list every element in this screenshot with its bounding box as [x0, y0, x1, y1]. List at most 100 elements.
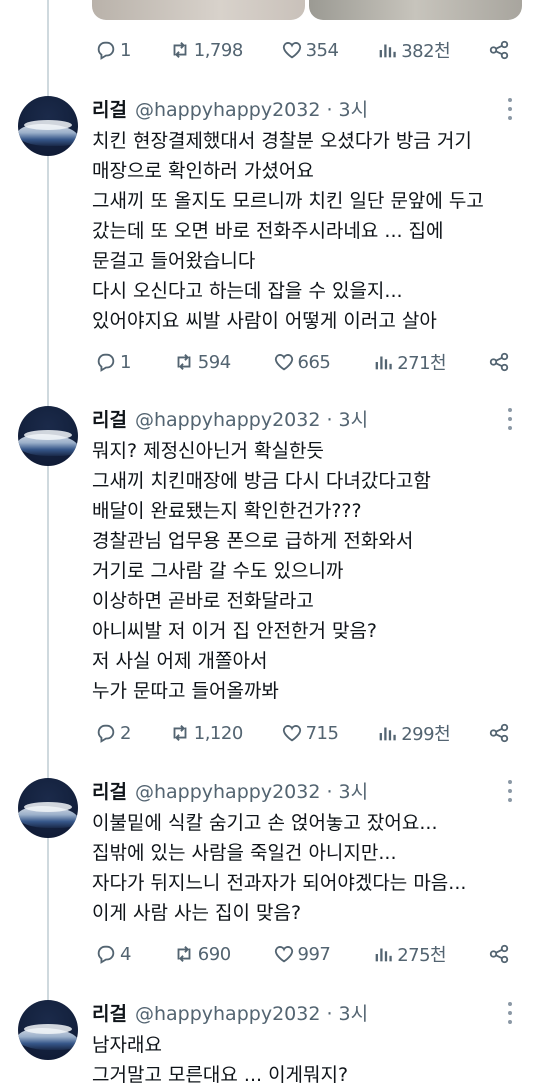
- reply-icon: [97, 945, 115, 964]
- views-count: 275천: [397, 945, 447, 966]
- like-button[interactable]: 997: [273, 943, 331, 965]
- retweet-icon: [177, 354, 191, 370]
- reply-count: 1: [120, 39, 131, 61]
- retweet-count: 594: [197, 351, 231, 373]
- tweet-line: 거기로 그사람 갈 수도 있으니까: [92, 560, 344, 582]
- tweet-line: 아니씨발 저 이거 집 안전한거 맞음?: [92, 620, 378, 642]
- retweet-icon: [173, 42, 187, 58]
- like-count: 997: [297, 943, 331, 965]
- tweet-line: 누가 문따고 들어올까봐: [92, 680, 279, 702]
- media-image-1[interactable]: [92, 0, 305, 20]
- avatar[interactable]: [18, 778, 78, 838]
- tweet-line: 그새끼 또 올지도 모르니까 치킨 일단 문앞에 두고: [92, 190, 484, 212]
- reply-count: 1: [120, 351, 131, 373]
- retweet-icon: [177, 946, 191, 962]
- handle-time[interactable]: @happyhappy2032 · 3시: [135, 999, 368, 1026]
- tweet-line: 이게 사람 사는 집이 맞음?: [92, 902, 302, 924]
- share-icon: [489, 352, 509, 372]
- tweet-header: 리걸 @happyhappy2032 · 3시: [92, 999, 368, 1026]
- tweet-line: 있어야지요 씨발 사람이 어떻게 이러고 살아: [92, 310, 437, 332]
- display-name[interactable]: 리걸: [92, 999, 127, 1026]
- tweet-text: 치킨 현장결제했대서 경찰분 오셨다가 방금 거기 매장으로 확인하러 가셨어요…: [92, 126, 512, 336]
- reply-icon: [97, 41, 115, 60]
- like-count: 665: [297, 351, 331, 373]
- tweet-line: 남자래요: [92, 1034, 162, 1056]
- share-icon: [489, 723, 509, 743]
- retweet-button[interactable]: 1,798: [169, 39, 243, 61]
- tweet-line: 경찰관님 업무용 폰으로 급하게 전화와서: [92, 530, 414, 552]
- like-count: 715: [305, 722, 339, 744]
- media-image-2[interactable]: [309, 0, 522, 20]
- reply-button[interactable]: 4: [95, 943, 131, 965]
- retweet-button[interactable]: 594: [173, 351, 231, 373]
- views-button[interactable]: 299천: [376, 720, 451, 746]
- handle-time[interactable]: @happyhappy2032 · 3시: [135, 95, 368, 122]
- tweet-header: 리걸 @happyhappy2032 · 3시: [92, 95, 368, 122]
- action-bar: 2 1,120 715 299천: [95, 721, 510, 745]
- avatar[interactable]: [18, 1000, 78, 1060]
- tweet-line: 치킨 현장결제했대서 경찰분 오셨다가 방금 거기: [92, 130, 472, 152]
- tweet-line: 저 사실 어제 개쫄아서: [92, 650, 268, 672]
- handle-time[interactable]: @happyhappy2032 · 3시: [135, 777, 368, 804]
- views-button[interactable]: 382천: [376, 37, 451, 63]
- tweet-line: 그거말고 모른대요 ... 이게뭐지?: [92, 1064, 349, 1086]
- views-count: 382천: [401, 41, 451, 62]
- views-button[interactable]: 271천: [372, 349, 447, 375]
- tweet-line: 자다가 뒤지느니 전과자가 되어야겠다는 마음...: [92, 872, 467, 894]
- display-name[interactable]: 리걸: [92, 777, 127, 804]
- retweet-count: 1,798: [193, 39, 244, 61]
- heart-icon: [274, 354, 293, 371]
- views-icon: [379, 727, 396, 741]
- share-icon: [489, 944, 509, 964]
- share-button[interactable]: [488, 39, 510, 61]
- reply-icon: [97, 724, 115, 743]
- heart-icon: [282, 725, 301, 742]
- tweet-text: 이불밑에 식칼 숨기고 손 얹어놓고 잤어요... 집밖에 있는 사람을 죽일건…: [92, 808, 512, 928]
- retweet-button[interactable]: 690: [173, 943, 231, 965]
- media-gallery[interactable]: [92, 0, 522, 20]
- views-icon: [379, 44, 396, 58]
- share-button[interactable]: [488, 351, 510, 373]
- reply-icon: [97, 353, 115, 372]
- more-options-icon[interactable]: [500, 408, 520, 430]
- share-button[interactable]: [488, 722, 510, 744]
- reply-button[interactable]: 2: [95, 722, 131, 744]
- avatar[interactable]: [18, 406, 78, 466]
- handle-time[interactable]: @happyhappy2032 · 3시: [135, 405, 368, 432]
- retweet-button[interactable]: 1,120: [169, 722, 243, 744]
- views-button[interactable]: 275천: [372, 941, 447, 967]
- action-bar: 1 1,798 354 382천: [95, 38, 510, 62]
- display-name[interactable]: 리걸: [92, 95, 127, 122]
- share-button[interactable]: [488, 943, 510, 965]
- reply-count: 2: [120, 722, 131, 744]
- more-options-icon[interactable]: [500, 1002, 520, 1024]
- more-options-icon[interactable]: [500, 780, 520, 802]
- more-options-icon[interactable]: [500, 98, 520, 120]
- tweet-line: 다시 오신다고 하는데 잡을 수 있을지...: [92, 280, 403, 302]
- like-button[interactable]: 715: [281, 722, 339, 744]
- action-bar: 1 594 665 271천: [95, 350, 510, 374]
- tweet-line: 이불밑에 식칼 숨기고 손 얹어놓고 잤어요...: [92, 812, 438, 834]
- tweet-line: 그새끼 치킨매장에 방금 다시 다녀갔다고함: [92, 470, 431, 492]
- tweet-line: 문걸고 들어왔습니다: [92, 250, 256, 272]
- tweet-line: 집밖에 있는 사람을 죽일건 아니지만...: [92, 842, 397, 864]
- reply-count: 4: [120, 943, 131, 965]
- tweet-line: 갔는데 또 오면 바로 전화주시라네요 ... 집에: [92, 220, 444, 242]
- action-bar: 4 690 997 275천: [95, 942, 510, 966]
- tweet-line: 뭐지? 제정신아닌거 확실한듯: [92, 440, 324, 462]
- tweet-text: 남자래요 그거말고 모른대요 ... 이게뭐지?: [92, 1030, 512, 1090]
- reply-button[interactable]: 1: [95, 39, 131, 61]
- like-count: 354: [305, 39, 339, 61]
- like-button[interactable]: 354: [281, 39, 339, 61]
- tweet-line: 매장으로 확인하러 가셨어요: [92, 160, 314, 182]
- views-count: 299천: [401, 724, 451, 745]
- views-count: 271천: [397, 353, 447, 374]
- tweet-text: 뭐지? 제정신아닌거 확실한듯 그새끼 치킨매장에 방금 다시 다녀갔다고함 배…: [92, 436, 512, 706]
- like-button[interactable]: 665: [273, 351, 331, 373]
- retweet-count: 1,120: [193, 722, 244, 744]
- reply-button[interactable]: 1: [95, 351, 131, 373]
- share-icon: [489, 40, 509, 60]
- display-name[interactable]: 리걸: [92, 405, 127, 432]
- tweet-line: 배달이 완료됐는지 확인한건가???: [92, 500, 362, 522]
- avatar[interactable]: [18, 96, 78, 156]
